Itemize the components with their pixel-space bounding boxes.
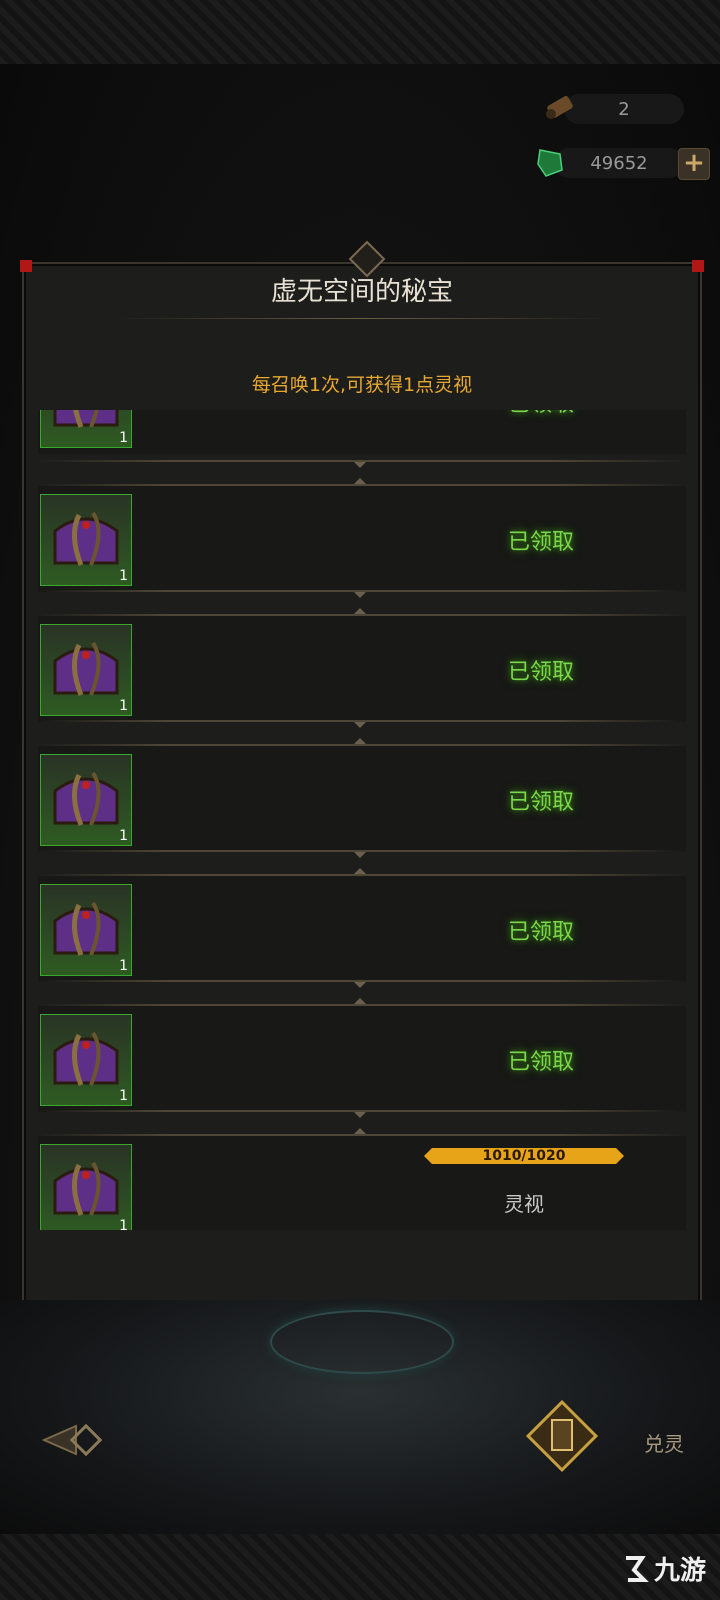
gem-count: 49652 (590, 152, 648, 174)
reward-row: 1 已领取 (38, 410, 686, 454)
bottom-scene: 兑灵 (0, 1300, 720, 1534)
reward-slot[interactable]: 1 (40, 754, 132, 846)
treasure-chest-icon (53, 511, 119, 566)
reward-row: 1 1010/1020 灵视 (38, 1136, 686, 1230)
divider-chevron (354, 592, 366, 598)
reward-row: 1 已领取 (38, 876, 686, 982)
watermark: 九游 (620, 1550, 706, 1587)
treasure-modal: 虚无空间的秘宝 每召唤1次,可获得1点灵视 1 已领取 1 已领取 (20, 240, 704, 1318)
claimed-status: 已领取 (508, 410, 574, 418)
treasure-chest-icon (53, 1161, 119, 1216)
treasure-chest-icon (53, 901, 119, 956)
treasure-chest-icon (53, 1031, 119, 1086)
claimed-status: 已领取 (508, 920, 575, 945)
claimed-status: 已领取 (508, 530, 575, 555)
divider-chevron (354, 852, 366, 858)
progress-text: 1010/1020 (482, 1148, 566, 1164)
scroll-icon (546, 96, 573, 119)
reward-row: 1 已领取 (38, 1006, 686, 1112)
reward-slot[interactable]: 1 (40, 884, 132, 976)
scroll-count: 2 (618, 98, 630, 120)
footer-ornament-bar (0, 1534, 720, 1600)
claimed-status: 已领取 (508, 660, 575, 685)
reward-list[interactable]: 1 已领取 1 已领取 1 已领取 (38, 410, 686, 1230)
reward-quantity: 1 (119, 1088, 128, 1104)
divider-chevron (354, 982, 366, 988)
reward-quantity: 1 (119, 568, 128, 584)
treasure-chest-icon (53, 771, 119, 826)
green-gem-icon (537, 149, 563, 177)
reward-slot[interactable]: 1 (40, 1144, 132, 1230)
modal-title: 虚无空间的秘宝 (270, 277, 453, 307)
reward-quantity: 1 (119, 430, 128, 446)
exchange-card-icon[interactable] (524, 1398, 600, 1474)
claimed-status: 已领取 (508, 790, 575, 815)
reward-row: 1 已领取 (38, 746, 686, 852)
modal-subtitle: 每召唤1次,可获得1点灵视 (251, 374, 473, 396)
progress-bar: 1010/1020 (424, 1148, 624, 1164)
treasure-chest-icon (53, 641, 119, 696)
divider-chevron (354, 722, 366, 728)
watermark-text: 九游 (653, 1556, 706, 1586)
title-divider (114, 318, 610, 319)
scroll-resource: 2 (546, 94, 684, 124)
reward-slot[interactable]: 1 (40, 1014, 132, 1106)
add-gem-button[interactable]: + (678, 148, 710, 180)
reward-slot[interactable]: 1 (40, 624, 132, 716)
reward-slot[interactable]: 1 (40, 494, 132, 586)
exchange-label[interactable]: 兑灵 (644, 1428, 684, 1457)
back-arrow-icon[interactable] (40, 1416, 110, 1464)
reward-slot[interactable]: 1 (40, 410, 132, 448)
divider-chevron (354, 462, 366, 468)
summon-circle (270, 1310, 454, 1374)
gem-resource: 49652 + (537, 148, 710, 180)
reward-quantity: 1 (119, 828, 128, 844)
reward-row: 1 已领取 (38, 486, 686, 592)
divider-chevron (354, 1112, 366, 1118)
reward-quantity: 1 (119, 958, 128, 974)
reward-quantity: 1 (119, 698, 128, 714)
reward-quantity: 1 (119, 1218, 128, 1230)
claimed-status: 已领取 (508, 1050, 575, 1075)
treasure-chest-icon (53, 410, 119, 428)
requirement-label: 灵视 (504, 1192, 544, 1216)
jiuyou-logo-icon (625, 1555, 649, 1582)
top-ornament-bar (0, 0, 720, 66)
reward-row: 1 已领取 (38, 616, 686, 722)
